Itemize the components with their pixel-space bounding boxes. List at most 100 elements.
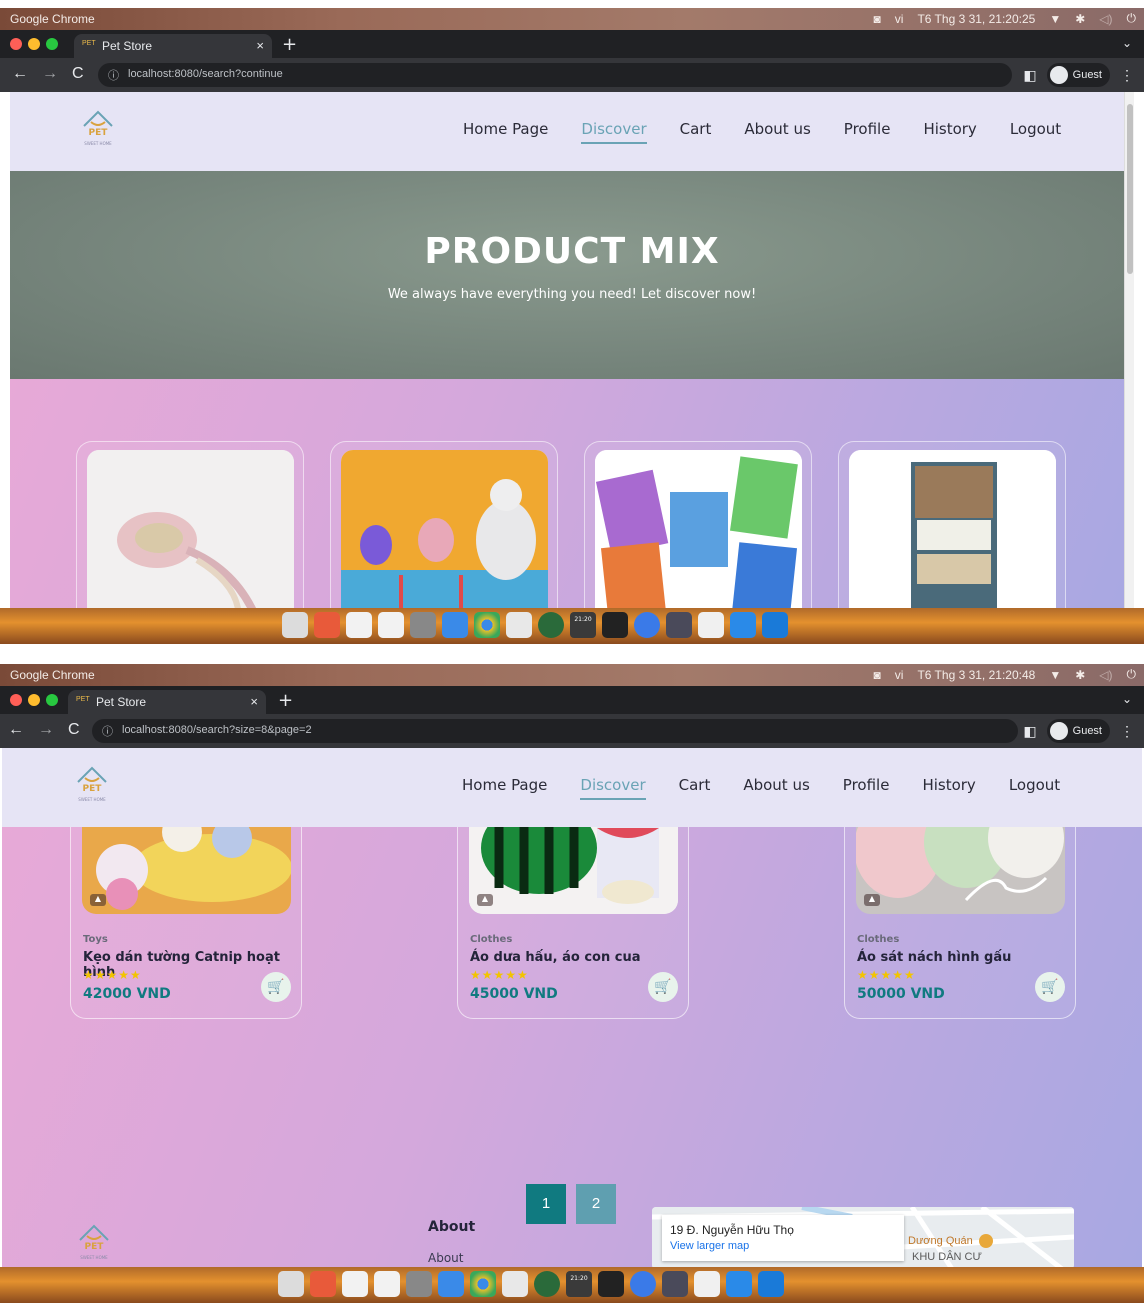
product-image-cat-treat[interactable] [849, 450, 1056, 608]
site-info-icon[interactable]: ⓘ [102, 723, 113, 739]
page-scrollbar[interactable] [1124, 92, 1134, 608]
back-icon[interactable]: ← [12, 65, 28, 83]
document-viewer-icon[interactable] [342, 1271, 368, 1297]
product-image-juicy-bites[interactable] [595, 450, 802, 608]
nav-logout[interactable]: Logout [1009, 776, 1060, 794]
chrome-icon[interactable] [470, 1271, 496, 1297]
reload-icon[interactable]: C [68, 721, 80, 739]
side-panel-icon[interactable]: ◧ [1023, 67, 1036, 84]
image-viewer-icon[interactable] [314, 612, 340, 638]
chrome-icon[interactable] [474, 612, 500, 638]
close-tab-icon[interactable]: × [256, 38, 264, 53]
power-icon[interactable]: ⏻ [1127, 11, 1137, 26]
close-tab-icon[interactable]: × [250, 694, 258, 709]
circle-app-icon[interactable] [534, 1271, 560, 1297]
power-icon[interactable]: ⏻ [1127, 667, 1137, 682]
camera-icon[interactable] [662, 1271, 688, 1297]
forward-icon[interactable]: → [42, 65, 58, 83]
profile-button[interactable]: Guest [1046, 63, 1110, 87]
app-store-icon[interactable] [698, 612, 724, 638]
new-tab-icon[interactable]: + [278, 690, 293, 711]
wps-icon[interactable] [634, 612, 660, 638]
footer-logo[interactable]: PET SWEET HOME [72, 1222, 116, 1266]
terminal-icon[interactable] [598, 1271, 624, 1297]
product-card[interactable] [76, 441, 304, 608]
camera-icon[interactable] [666, 612, 692, 638]
nav-about[interactable]: About us [744, 120, 810, 138]
add-to-cart-button[interactable]: 🛒 [261, 972, 291, 1002]
page-button-2[interactable]: 2 [576, 1184, 616, 1224]
bluetooth-icon[interactable]: ✱ [1075, 668, 1085, 682]
product-image-cat-harness[interactable] [341, 450, 548, 608]
shell-app-icon[interactable] [506, 612, 532, 638]
nav-history[interactable]: History [923, 120, 976, 138]
browser-menu-icon[interactable]: ⋮ [1120, 723, 1134, 740]
close-window-icon[interactable] [10, 38, 22, 50]
app-store-icon[interactable] [694, 1271, 720, 1297]
dock-clock[interactable]: 21:20 [566, 1271, 592, 1297]
add-to-cart-button[interactable]: 🛒 [648, 972, 678, 1002]
site-logo[interactable]: PET SWEET HOME [76, 108, 120, 152]
document-viewer-icon[interactable] [346, 612, 372, 638]
circle-app-icon[interactable] [538, 612, 564, 638]
product-card[interactable] [330, 441, 558, 608]
file-manager-icon[interactable] [442, 612, 468, 638]
vscode-icon[interactable] [758, 1271, 784, 1297]
wifi-icon[interactable]: ▼ [1049, 668, 1061, 682]
view-larger-map-link[interactable]: View larger map [670, 1240, 749, 1252]
product-name[interactable]: Áo dưa hấu, áo con cua [470, 950, 641, 965]
volume-icon[interactable]: ◁) [1099, 12, 1112, 26]
product-image-pink-leash[interactable] [87, 450, 294, 608]
image-viewer-icon[interactable] [310, 1271, 336, 1297]
footer-about-link[interactable]: About [428, 1251, 463, 1265]
back-icon[interactable]: ← [8, 721, 24, 739]
maximize-window-icon[interactable] [46, 38, 58, 50]
screenshot-icon[interactable]: ◙ [874, 668, 881, 682]
input-language[interactable]: vi [895, 12, 904, 26]
product-card[interactable] [584, 441, 812, 608]
nav-profile[interactable]: Profile [844, 120, 891, 138]
nav-about[interactable]: About us [743, 776, 809, 794]
nav-home[interactable]: Home Page [462, 776, 547, 794]
profile-button[interactable]: Guest [1046, 719, 1110, 743]
browser-tab[interactable]: PET Pet Store × [74, 34, 272, 58]
nav-profile[interactable]: Profile [843, 776, 890, 794]
product-card[interactable]: ▲ Clothes Áo dưa hấu, áo con cua ★★★★★ 4… [457, 807, 689, 1019]
nav-cart[interactable]: Cart [679, 776, 711, 794]
forward-icon[interactable]: → [38, 721, 54, 739]
input-language[interactable]: vi [895, 668, 904, 682]
terminal-icon[interactable] [602, 612, 628, 638]
product-card[interactable] [838, 441, 1066, 608]
product-card[interactable]: ▲ Toys Kẹo dán tường Catnip hoạt hình ★★… [70, 807, 302, 1019]
draw-icon[interactable] [378, 612, 404, 638]
draw-icon[interactable] [374, 1271, 400, 1297]
dock-clock[interactable]: 21:20 [570, 612, 596, 638]
product-card[interactable]: ▲ Clothes Áo sát nách hình gấu ★★★★★ 500… [844, 807, 1076, 1019]
screenshot-tool-icon[interactable] [406, 1271, 432, 1297]
side-panel-icon[interactable]: ◧ [1023, 723, 1036, 740]
product-name[interactable]: Áo sát nách hình gấu [857, 950, 1011, 965]
address-bar[interactable]: ⓘ localhost:8080/search?size=8&page=2 [92, 719, 1018, 743]
nav-history[interactable]: History [922, 776, 975, 794]
location-map[interactable]: 19 Đ. Nguyễn Hữu Thọ View larger map Dươ… [652, 1207, 1074, 1269]
site-logo[interactable]: PET SWEET HOME [70, 764, 114, 808]
screenshot-icon[interactable]: ◙ [874, 12, 881, 26]
scrollbar-thumb[interactable] [1127, 104, 1133, 274]
site-info-icon[interactable]: ⓘ [108, 67, 119, 83]
nav-logout[interactable]: Logout [1010, 120, 1061, 138]
updater-icon[interactable] [730, 612, 756, 638]
nav-cart[interactable]: Cart [680, 120, 712, 138]
screenshot-tool-icon[interactable] [410, 612, 436, 638]
browser-tab[interactable]: PET Pet Store × [68, 690, 266, 714]
reload-icon[interactable]: C [72, 65, 84, 83]
updater-icon[interactable] [726, 1271, 752, 1297]
bluetooth-icon[interactable]: ✱ [1075, 12, 1085, 26]
minimize-window-icon[interactable] [28, 694, 40, 706]
nav-home[interactable]: Home Page [463, 120, 548, 138]
files-icon[interactable] [282, 612, 308, 638]
file-manager-icon[interactable] [438, 1271, 464, 1297]
volume-icon[interactable]: ◁) [1099, 668, 1112, 682]
minimize-window-icon[interactable] [28, 38, 40, 50]
wifi-icon[interactable]: ▼ [1049, 12, 1061, 26]
vscode-icon[interactable] [762, 612, 788, 638]
